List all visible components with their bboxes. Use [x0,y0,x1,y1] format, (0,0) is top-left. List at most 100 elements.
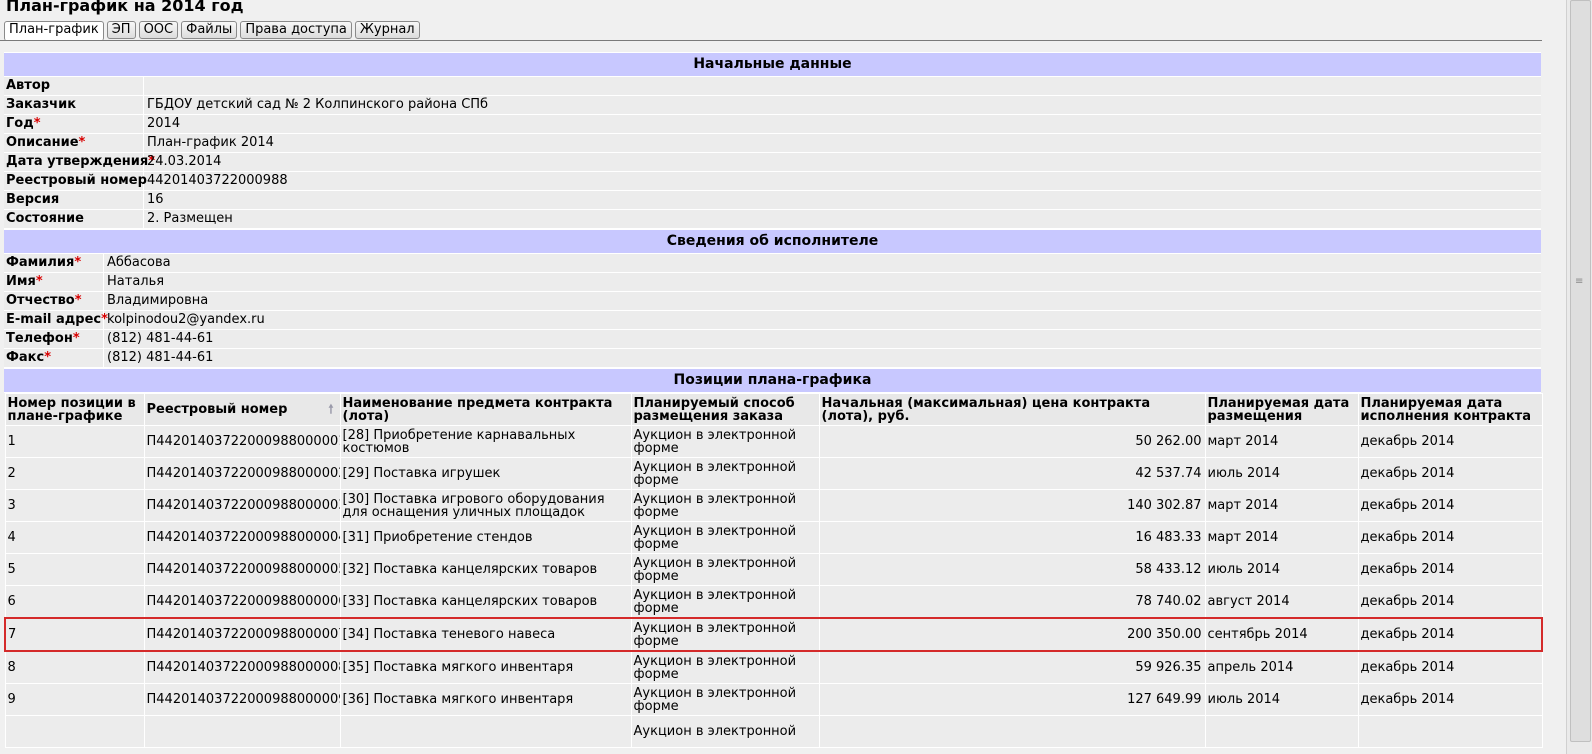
required-asterisk: * [72,331,80,346]
cell-placement-date [1204,715,1359,748]
cell-registry-number: П44201403722000988000004 [143,521,341,554]
table-row[interactable]: 2 П44201403722000988000002 [29] Поставка и… [4,457,1543,490]
section-header-initial: Начальные данные [4,52,1541,77]
cell-number: 8 [4,650,145,684]
cell-initial-price: 59 926.35 [818,650,1206,684]
cell-registry-number: П44201403722000988000005 [143,553,341,586]
column-header-number[interactable]: Номер позиции в плане-графике [4,393,145,426]
cell-contract-subject: [34] Поставка теневого навеса [339,617,632,652]
cell-registry-number: П44201403722000988000008 [143,650,341,684]
executor-field-row: Факс* (812) 481-44-61 [4,349,1541,368]
tab-ep[interactable]: ЭП [106,21,136,39]
executor-field-row: E-mail адрес* kolpinodou2@yandex.ru [4,311,1541,330]
field-label: Год* [4,115,144,133]
tab-oos[interactable]: ООС [138,21,179,39]
cell-contract-subject: [29] Поставка игрушек [339,457,632,490]
tab-access-rights[interactable]: Права доступа [240,21,352,39]
cell-execution-date: декабрь 2014 [1357,457,1543,490]
table-header-row: Номер позиции в плане-графике Реестровый… [4,393,1543,426]
table-row[interactable]: 1 П44201403722000988000001 [28] Приобретен… [4,425,1543,458]
scrollbar-thumb[interactable]: ≡ [1570,0,1591,742]
main-content: Начальные данные Автор Заказчик ГБДОУ детс… [4,52,1543,748]
table-row[interactable]: 3 П44201403722000988000003 [30] Поставка и… [4,489,1543,522]
field-label-text: Отчество [6,293,75,308]
executor-field-row: Фамилия* Аббасова [4,254,1541,273]
field-value: (812) 481-44-61 [107,350,214,365]
cell-execution-date [1357,715,1543,748]
cell-contract-subject: [30] Поставка игрового оборудования для … [339,489,632,522]
cell-execution-date: декабрь 2014 [1357,489,1543,522]
field-label: Дата утверждения* [4,153,155,171]
cell-initial-price: 200 350.00 [818,617,1206,652]
arrow-up-icon[interactable]: 🠕 [328,403,333,416]
cell-contract-subject: [35] Поставка мягкого инвентаря [339,650,632,684]
initial-field-row: Описание* План-график 2014 [4,134,1541,153]
cell-initial-price: 127 649.99 [818,683,1206,716]
tab-plan-schedule[interactable]: План-график [4,21,104,41]
field-label-text: Автор [6,78,51,93]
tab-journal[interactable]: Журнал [354,21,420,39]
tab-bar: План-график ЭП ООС Файлы Права доступа Ж… [4,21,423,41]
field-label: Телефон* [4,330,104,348]
cell-initial-price: 50 262.00 [818,425,1206,458]
column-header-registry-number[interactable]: Реестровый номер 🠕 [143,393,341,426]
cell-contract-subject: [33] Поставка канцелярских товаров [339,585,632,619]
field-value: 2014 [147,116,181,131]
column-header-execution-date[interactable]: Планируемая дата исполнения контракта [1357,393,1543,426]
initial-field-row: Состояние 2. Размещен [4,210,1541,229]
field-label: Факс* [4,349,104,367]
table-row[interactable]: 8 П44201403722000988000008 [35] Поставка м… [4,650,1543,684]
section-header-executor: Сведения об исполнителе [4,229,1541,254]
initial-field-row: Автор [4,77,1541,96]
initial-field-row: Дата утверждения* 24.03.2014 [4,153,1541,172]
executor-field-row: Телефон* (812) 481-44-61 [4,330,1541,349]
cell-contract-subject: [31] Приобретение стендов [339,521,632,554]
initial-field-row: Год* 2014 [4,115,1541,134]
cell-execution-date: декабрь 2014 [1357,617,1543,652]
column-header-contract-subject[interactable]: Наименование предмета контракта (лота) [339,393,632,426]
cell-placement-method: Аукцион в электронной форме [630,585,820,619]
field-value: 44201403722000988 [147,173,288,188]
cell-number: 5 [4,553,145,586]
cell-contract-subject: [28] Приобретение карнавальных костюмов [339,425,632,458]
required-asterisk: * [74,255,82,270]
initial-field-row: Версия 16 [4,191,1541,210]
cell-execution-date: декабрь 2014 [1357,650,1543,684]
cell-execution-date: декабрь 2014 [1357,521,1543,554]
table-row[interactable]: 5 П44201403722000988000005 [32] Поставка к… [4,553,1543,586]
field-value: ГБДОУ детский сад № 2 Колпинского района… [147,97,489,112]
field-label-text: Факс [6,350,45,365]
cell-registry-number: П44201403722000988000002 [143,457,341,490]
cell-initial-price [818,715,1206,748]
field-label: Фамилия* [4,254,104,272]
field-label-text: Версия [6,192,60,207]
table-row[interactable]: 6 П44201403722000988000006 [33] Поставка к… [4,585,1543,619]
scroll-grip-icon: ≡ [1575,276,1584,287]
cell-number: 2 [4,457,145,490]
cell-placement-method: Аукцион в электронной форме [630,650,820,684]
column-header-placement-method[interactable]: Планируемый способ размещения заказа [630,393,820,426]
field-value: kolpinodou2@yandex.ru [107,312,265,327]
table-row[interactable]: 7 П44201403722000988000007 [34] Поставка т… [4,617,1543,652]
vertical-scrollbar[interactable]: ≡ [1566,0,1592,754]
column-header-initial-price[interactable]: Начальная (максимальная) цена контракта … [818,393,1206,426]
initial-field-row: Заказчик ГБДОУ детский сад № 2 Колпинског… [4,96,1541,115]
cell-placement-date: март 2014 [1204,489,1359,522]
cell-registry-number: П44201403722000988000007 [143,617,341,652]
cell-placement-method: Аукцион в электронной [630,715,820,748]
table-row[interactable]: 4 П44201403722000988000004 [31] Приобретен… [4,521,1543,554]
executor-fields: Фамилия* Аббасова Имя* Наталья Отчество* Влад… [4,254,1541,368]
column-header-placement-date[interactable]: Планируемая дата размещения [1204,393,1359,426]
table-row[interactable]: Аукцион в электронной [4,715,1543,748]
cell-placement-method: Аукцион в электронной форме [630,489,820,522]
cell-number: 4 [4,521,145,554]
tab-files[interactable]: Файлы [181,21,238,39]
cell-placement-method: Аукцион в электронной форме [630,425,820,458]
cell-initial-price: 16 483.33 [818,521,1206,554]
cell-initial-price: 58 433.12 [818,553,1206,586]
table-row[interactable]: 9 П44201403722000988000009 [36] Поставка м… [4,683,1543,716]
cell-registry-number [143,715,341,748]
cell-number [4,715,145,748]
executor-field-row: Имя* Наталья [4,273,1541,292]
field-label: Отчество* [4,292,104,310]
